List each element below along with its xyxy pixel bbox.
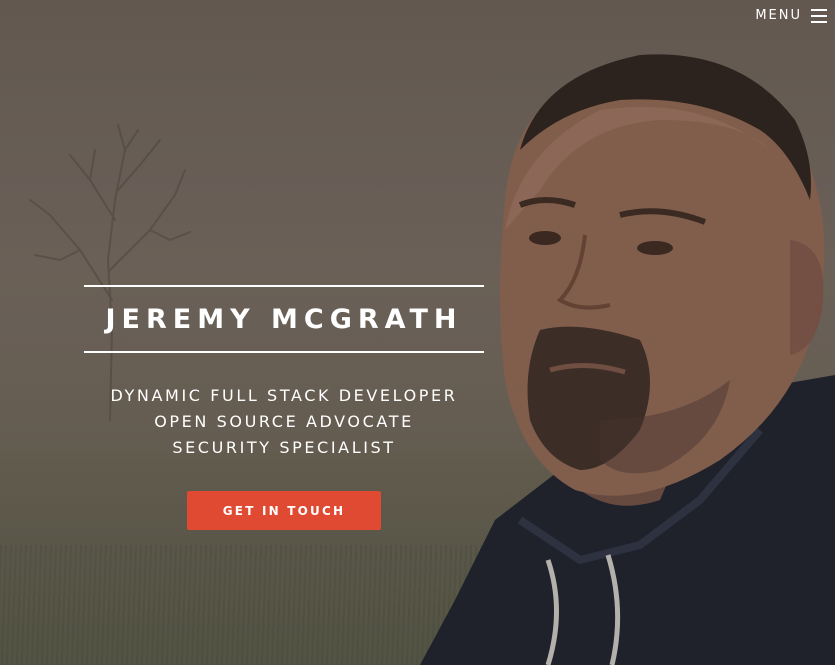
- menu-button[interactable]: MENU: [755, 8, 827, 23]
- tagline-list: DYNAMIC FULL STACK DEVELOPER OPEN SOURCE…: [84, 383, 484, 461]
- hamburger-line: [811, 20, 827, 23]
- tagline-item: OPEN SOURCE ADVOCATE: [154, 412, 414, 431]
- name-heading-block: JEREMY MCGRATH: [84, 285, 484, 353]
- bottom-divider: [84, 351, 484, 353]
- menu-label: MENU: [755, 8, 802, 23]
- tagline-item: SECURITY SPECIALIST: [172, 438, 396, 457]
- hero-section: MENU JEREMY MCGRATH DYNAMIC FULL STACK D…: [0, 0, 835, 665]
- tagline-item: DYNAMIC FULL STACK DEVELOPER: [110, 386, 458, 405]
- hamburger-icon[interactable]: [811, 8, 827, 23]
- get-in-touch-button[interactable]: GET IN TOUCH: [187, 491, 381, 530]
- hamburger-line: [811, 8, 827, 11]
- hamburger-line: [811, 14, 827, 17]
- page-title: JEREMY MCGRATH: [105, 304, 463, 335]
